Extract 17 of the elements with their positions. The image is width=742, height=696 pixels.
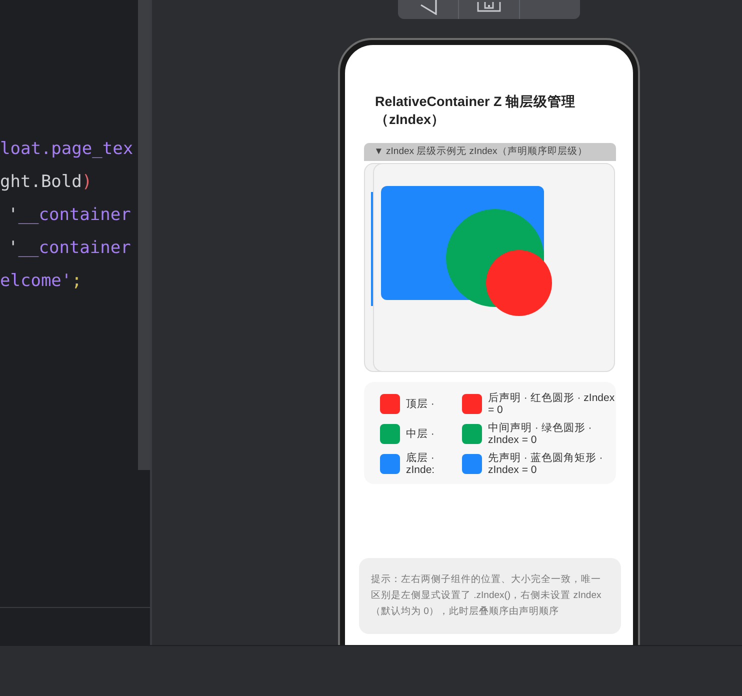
section-header-text: ▼ zIndex 层级示例无 zIndex（声明顺序即层级）: [374, 146, 588, 157]
section-header[interactable]: ▼ zIndex 层级示例无 zIndex（声明顺序即层级）: [364, 143, 616, 161]
code-line: ght.Bold): [0, 172, 92, 192]
code-line: elcome';: [0, 271, 82, 291]
legend-label: 中间声明 · 绿色圆形 · zIndex = 0: [488, 422, 593, 446]
legend-label: 后声明 · 红色圆形 · zIndex = 0: [488, 392, 616, 416]
back-icon[interactable]: [418, 0, 438, 14]
legend-label: 先声明 · 蓝色圆角矩形 · zIndex = 0: [488, 452, 604, 476]
legend-label: 中层 ·: [406, 428, 436, 440]
page-title: RelativeContainer Z 轴层级管理（zIndex）: [375, 93, 577, 129]
code-line: '__container: [8, 205, 131, 225]
legend-label: 底层 · zInde:: [406, 452, 436, 476]
code-line: '__container: [8, 238, 131, 258]
legend-label: 顶层 ·: [406, 398, 436, 410]
code-line: loat.page_tex: [0, 139, 134, 159]
tip-text: 提示：左右两侧子组件的位置、大小完全一致，唯一区别是左侧显式设置了 .zIndex()，右侧未设置 zIndex（默认均为 0），此时层叠顺序由声明顺序: [359, 558, 621, 634]
scrollbar[interactable]: [138, 0, 150, 470]
